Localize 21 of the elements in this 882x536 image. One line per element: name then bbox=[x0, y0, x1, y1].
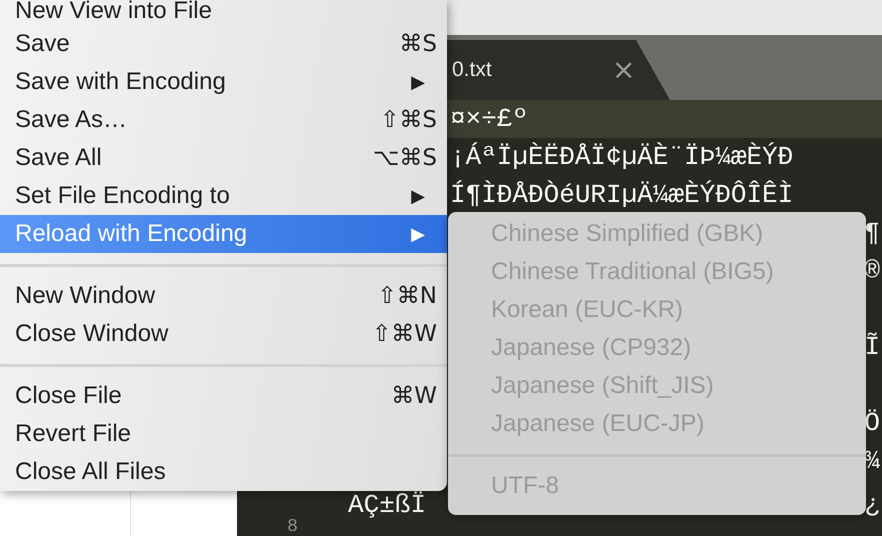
menu-item[interactable]: Save As… ⇧⌘S bbox=[0, 101, 447, 139]
menu-item[interactable]: Close File ⌘W bbox=[0, 377, 447, 415]
menu-item[interactable]: Close Window ⇧⌘W bbox=[0, 315, 447, 353]
code-text: ¶ bbox=[864, 218, 880, 248]
code-text: Ö bbox=[864, 408, 880, 438]
menu-item[interactable]: Save All ⌥⌘S bbox=[0, 139, 447, 177]
menu-item[interactable]: New View into File bbox=[0, 0, 447, 25]
menu-item[interactable]: Close All Files bbox=[0, 453, 447, 491]
tab-title: 0.txt bbox=[452, 58, 493, 82]
menu-item[interactable]: New Window ⇧⌘N bbox=[0, 277, 447, 315]
menu-item[interactable]: Reload with Encoding ▶ bbox=[0, 215, 447, 253]
line-number: 8 bbox=[287, 518, 298, 536]
code-text: ¾ bbox=[864, 446, 880, 476]
code-text: ¡ÁªÏµÈËÐÅÏ¢µÄÈ¨ÏÞ¼æÈÝÐ bbox=[450, 142, 794, 172]
code-text: Ĩ bbox=[864, 332, 880, 362]
menu-item[interactable]: Revert File bbox=[0, 415, 447, 453]
menu-item[interactable]: Set File Encoding to ▶ bbox=[0, 177, 447, 215]
code-text: ¤×÷£º bbox=[450, 104, 528, 134]
code-text: AÇ±ßÏ bbox=[348, 493, 426, 518]
code-text: ¿ bbox=[864, 493, 880, 518]
code-text: Í¶ÌÐÅÐÒéURIµÄ¼æÈÝÐÔÎÊÌ bbox=[450, 180, 794, 210]
